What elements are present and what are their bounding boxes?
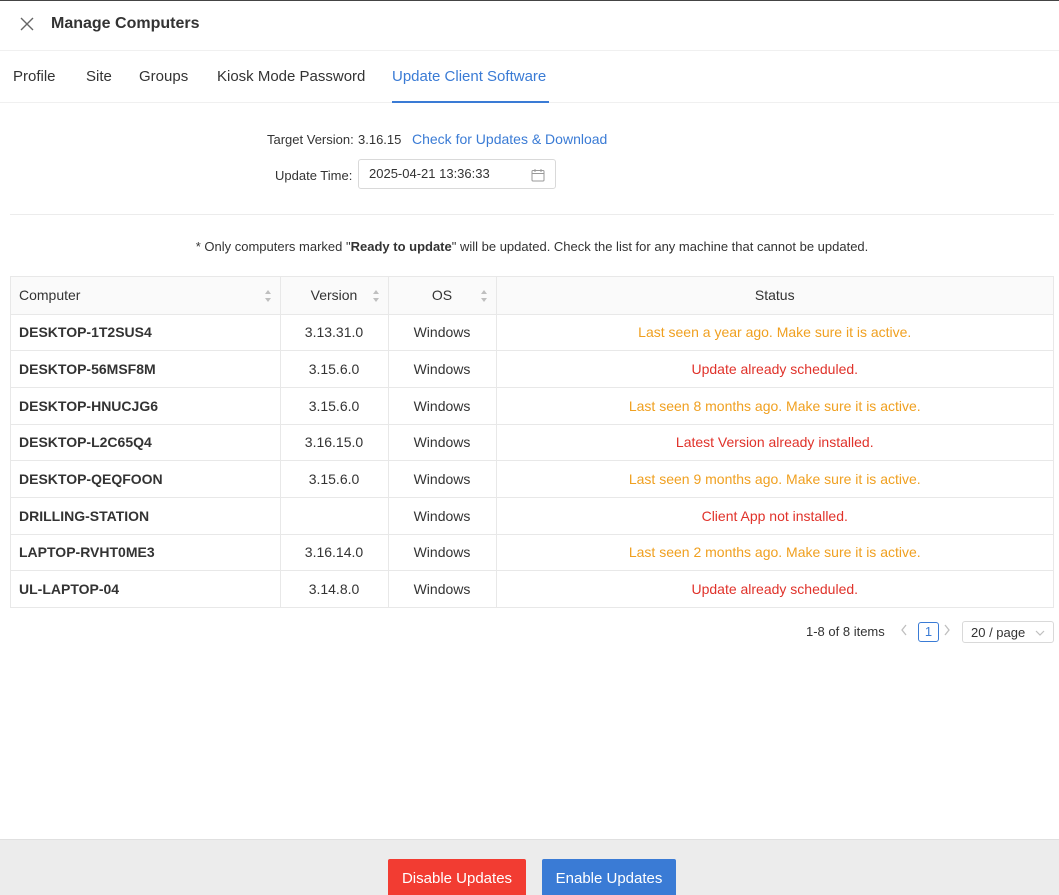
table-row: UL-LAPTOP-04 3.14.8.0 Windows Update alread… — [11, 570, 1053, 608]
ready-to-update-emphasis: Ready to update — [350, 239, 452, 254]
close-icon[interactable] — [17, 14, 37, 34]
os-cell: Windows — [388, 534, 497, 572]
tab-update-client-software[interactable]: Update Client Software — [392, 68, 546, 85]
target-version-value: 3.16.15 — [358, 132, 402, 147]
tab-kiosk-mode-password[interactable]: Kiosk Mode Password — [217, 68, 365, 85]
computer-name-cell: DESKTOP-L2C65Q4 — [11, 424, 281, 462]
os-cell: Windows — [388, 350, 497, 388]
pagination-next-icon[interactable] — [943, 624, 957, 640]
os-cell: Windows — [388, 460, 497, 498]
version-cell — [280, 497, 389, 535]
table-row: DESKTOP-1T2SUS4 3.13.31.0 Windows Last seen… — [11, 314, 1053, 352]
calendar-icon — [531, 169, 545, 182]
pagination-prev-icon[interactable] — [900, 624, 914, 640]
table-header-row: Computer Version OS Status — [11, 277, 1053, 315]
version-cell: 3.13.31.0 — [280, 314, 389, 352]
status-cell: Last seen 2 months ago. Make sure it is … — [496, 534, 1053, 572]
sort-icon[interactable] — [264, 289, 272, 303]
status-cell: Update already scheduled. — [496, 570, 1053, 608]
active-tab-indicator — [392, 101, 549, 103]
column-header-os[interactable]: OS — [388, 277, 497, 315]
version-cell: 3.16.15.0 — [280, 424, 389, 462]
modal-footer: Disable Updates Enable Updates — [0, 839, 1059, 895]
table-row: DESKTOP-L2C65Q4 3.16.15.0 Windows Latest Ve… — [11, 424, 1053, 462]
sort-icon[interactable] — [372, 289, 380, 303]
column-header-computer[interactable]: Computer — [11, 277, 281, 315]
tab-site[interactable]: Site — [86, 68, 112, 85]
status-cell: Last seen 8 months ago. Make sure it is … — [496, 387, 1053, 425]
os-cell: Windows — [388, 314, 497, 352]
os-cell: Windows — [388, 424, 497, 462]
status-cell: Latest Version already installed. — [496, 424, 1053, 462]
table-row: DESKTOP-HNUCJG6 3.15.6.0 Windows Last seen … — [11, 387, 1053, 425]
pagination-total: 1-8 of 8 items — [806, 624, 885, 639]
table-row: DRILLING-STATION Windows Client App not in… — [11, 497, 1053, 535]
status-cell: Last seen 9 months ago. Make sure it is … — [496, 460, 1053, 498]
section-divider — [10, 214, 1054, 215]
version-cell: 3.15.6.0 — [280, 460, 389, 498]
tab-groups[interactable]: Groups — [139, 68, 188, 85]
chevron-down-icon — [1035, 630, 1045, 636]
computer-name-cell: LAPTOP-RVHT0ME3 — [11, 534, 281, 572]
check-updates-link[interactable]: Check for Updates & Download — [412, 131, 607, 147]
computer-name-cell: DESKTOP-56MSF8M — [11, 350, 281, 388]
status-cell: Last seen a year ago. Make sure it is ac… — [496, 314, 1053, 352]
tab-profile[interactable]: Profile — [13, 68, 56, 85]
computer-name-cell: DESKTOP-HNUCJG6 — [11, 387, 281, 425]
status-cell: Client App not installed. — [496, 497, 1053, 535]
sort-icon[interactable] — [480, 289, 488, 303]
column-header-status: Status — [496, 277, 1053, 315]
modal-header: Manage Computers — [0, 0, 1059, 51]
computer-name-cell: DESKTOP-1T2SUS4 — [11, 314, 281, 352]
tab-bar: Profile Site Groups Kiosk Mode Password … — [0, 51, 1059, 103]
version-cell: 3.15.6.0 — [280, 387, 389, 425]
table-row: DESKTOP-56MSF8M 3.15.6.0 Windows Update alr… — [11, 350, 1053, 388]
table-row: DESKTOP-QEQFOON 3.15.6.0 Windows Last seen … — [11, 460, 1053, 498]
disable-updates-button[interactable]: Disable Updates — [388, 859, 526, 895]
page-size-select[interactable]: 20 / page — [962, 621, 1054, 643]
version-cell: 3.16.14.0 — [280, 534, 389, 572]
os-cell: Windows — [388, 570, 497, 608]
update-notice: * Only computers marked "Ready to update… — [195, 239, 869, 254]
os-cell: Windows — [388, 497, 497, 535]
computer-name-cell: DRILLING-STATION — [11, 497, 281, 535]
enable-updates-button[interactable]: Enable Updates — [542, 859, 676, 895]
column-header-version[interactable]: Version — [280, 277, 389, 315]
page-size-value: 20 / page — [971, 625, 1026, 640]
table-row: LAPTOP-RVHT0ME3 3.16.14.0 Windows Last seen… — [11, 534, 1053, 572]
update-time-input[interactable] — [369, 166, 524, 181]
target-version-label: Target Version: — [267, 132, 354, 147]
os-cell: Windows — [388, 387, 497, 425]
page-title: Manage Computers — [51, 15, 200, 32]
update-time-label: Update Time: — [275, 168, 353, 183]
computer-name-cell: UL-LAPTOP-04 — [11, 570, 281, 608]
update-time-picker[interactable] — [358, 159, 556, 189]
computer-name-cell: DESKTOP-QEQFOON — [11, 460, 281, 498]
status-cell: Update already scheduled. — [496, 350, 1053, 388]
version-cell: 3.15.6.0 — [280, 350, 389, 388]
pagination-page-1[interactable]: 1 — [918, 622, 939, 642]
computers-table: Computer Version OS Status DESKTOP-1T2SU… — [10, 276, 1054, 608]
version-cell: 3.14.8.0 — [280, 570, 389, 608]
